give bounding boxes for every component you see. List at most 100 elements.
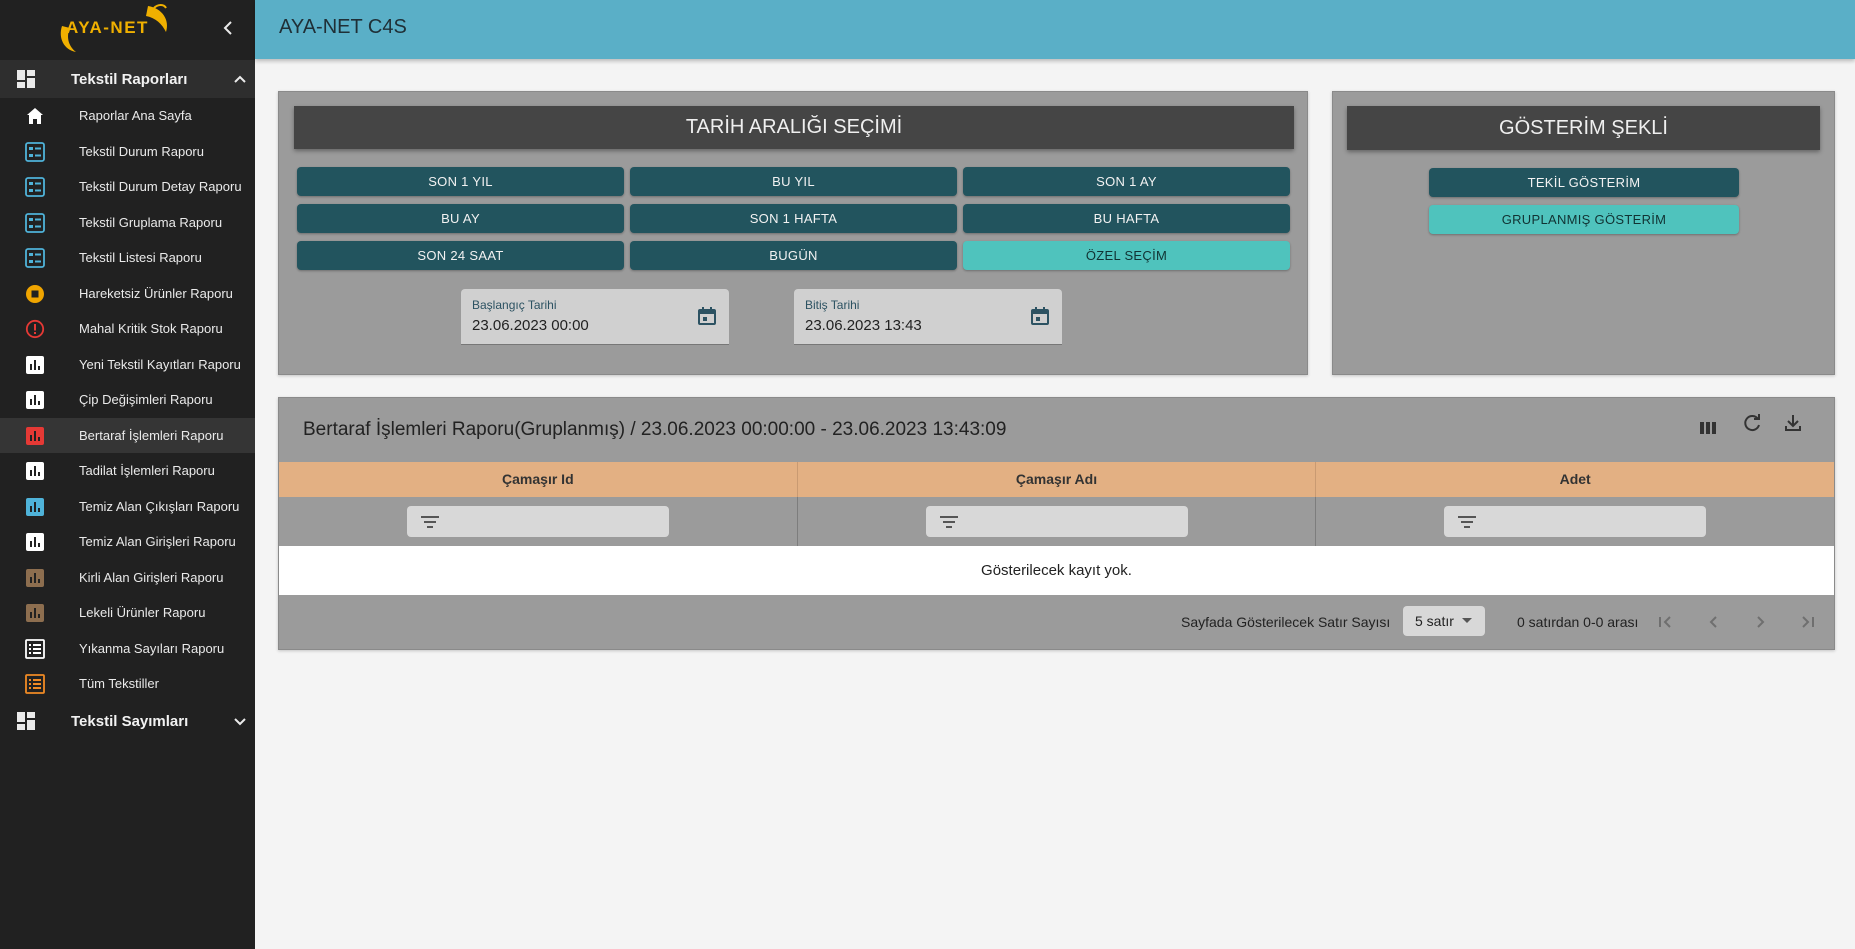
list-check-icon bbox=[25, 141, 45, 162]
sidebar-item[interactable]: Çip Değişimleri Raporu bbox=[0, 382, 255, 418]
alert-circle-icon bbox=[25, 319, 45, 339]
sidebar-item[interactable]: Tekstil Listesi Raporu bbox=[0, 240, 255, 276]
calendar-icon[interactable] bbox=[697, 306, 717, 326]
sidebar-item-label: Tekstil Durum Raporu bbox=[79, 143, 204, 159]
sidebar-item-label: Çip Değişimleri Raporu bbox=[79, 392, 213, 407]
date-range-card: TARİH ARALIĞI SEÇİMİ SON 1 YIL BU YIL SON … bbox=[278, 91, 1308, 375]
bar-chart-icon bbox=[26, 568, 44, 587]
logo: AYA-NET bbox=[58, 4, 173, 54]
date-range-title: TARİH ARALIĞI SEÇİMİ bbox=[294, 106, 1294, 149]
bar-chart-icon bbox=[26, 426, 44, 445]
last-1-year-button[interactable]: SON 1 YIL bbox=[297, 167, 624, 196]
collapse-sidebar-button[interactable] bbox=[216, 16, 240, 40]
sidebar-item[interactable]: Lekeli Ürünler Raporu bbox=[0, 595, 255, 631]
list-check-icon bbox=[25, 248, 45, 268]
rows-per-page-select[interactable]: 5 satır bbox=[1403, 606, 1485, 636]
this-year-button[interactable]: BU YIL bbox=[630, 167, 957, 196]
bar-chart-icon bbox=[26, 355, 44, 374]
sidebar-item-label: Temiz Alan Girişleri Raporu bbox=[79, 534, 236, 549]
app-title: AYA-NET C4S bbox=[279, 16, 407, 38]
previous-page-icon[interactable] bbox=[1702, 611, 1724, 633]
sidebar-item[interactable]: Tekstil Durum Detay Raporu bbox=[0, 169, 255, 205]
bar-chart-icon bbox=[26, 604, 44, 622]
next-page-icon[interactable] bbox=[1750, 611, 1772, 633]
sidebar-item-label: Yıkanma Sayıları Raporu bbox=[79, 640, 225, 656]
last-page-icon[interactable] bbox=[1797, 611, 1819, 633]
sidebar-item[interactable]: Tüm Tekstiller bbox=[0, 666, 255, 702]
start-date-label: Başlangıç Tarihi bbox=[472, 298, 557, 312]
first-page-icon[interactable] bbox=[1654, 611, 1676, 633]
top-bar: AYA-NET C4S bbox=[255, 0, 1855, 59]
filter-icon bbox=[1458, 516, 1477, 528]
home-icon bbox=[27, 108, 43, 124]
table-pagination: Sayfada Gösterilecek Satır Sayısı 5 satı… bbox=[279, 595, 1834, 649]
dashboard-icon bbox=[17, 711, 35, 730]
last-24-hours-button[interactable]: SON 24 SAAT bbox=[297, 241, 624, 270]
last-1-month-button[interactable]: SON 1 AY bbox=[963, 167, 1290, 196]
sidebar-item-label: Tekstil Listesi Raporu bbox=[79, 250, 202, 265]
columns-icon[interactable] bbox=[1697, 417, 1719, 439]
end-date-field[interactable]: Bitiş Tarihi 23.06.2023 13:43 bbox=[794, 289, 1062, 345]
filter-input-camasir-id[interactable] bbox=[407, 506, 669, 537]
empty-table-message: Gösterilecek kayıt yok. bbox=[279, 546, 1834, 595]
start-date-field[interactable]: Başlangıç Tarihi 23.06.2023 00:00 bbox=[461, 289, 729, 345]
list-check-icon bbox=[25, 212, 45, 233]
column-header-adet[interactable]: Adet bbox=[1316, 462, 1834, 497]
this-week-button[interactable]: BU HAFTA bbox=[963, 204, 1290, 233]
sidebar-group-tekstil-raporlari[interactable]: Tekstil Raporları bbox=[0, 60, 255, 98]
filter-icon bbox=[939, 516, 958, 528]
end-date-label: Bitiş Tarihi bbox=[805, 298, 860, 312]
logo-row: AYA-NET bbox=[0, 0, 255, 60]
pagination-range: 0 satırdan 0-0 arası bbox=[1517, 614, 1639, 630]
last-1-week-button[interactable]: SON 1 HAFTA bbox=[630, 204, 957, 233]
download-icon[interactable] bbox=[1782, 412, 1804, 434]
sidebar-group-tekstil-sayimlari[interactable]: Tekstil Sayımları bbox=[0, 702, 255, 740]
column-header-camasir-adi[interactable]: Çamaşır Adı bbox=[798, 462, 1317, 497]
display-mode-card: GÖSTERİM ŞEKLİ TEKİL GÖSTERİM GRUPLANMIŞ… bbox=[1332, 91, 1835, 375]
start-date-value: 23.06.2023 00:00 bbox=[472, 317, 589, 334]
sidebar-item[interactable]: Temiz Alan Girişleri Raporu bbox=[0, 524, 255, 560]
filter-input-camasir-adi[interactable] bbox=[925, 506, 1188, 537]
sidebar-items: Raporlar Ana Sayfa Tekstil Durum Raporu Te… bbox=[0, 98, 255, 702]
sidebar-item[interactable]: Tekstil Durum Raporu bbox=[0, 134, 255, 170]
sidebar-item-label: Kirli Alan Girişleri Raporu bbox=[79, 569, 224, 585]
sidebar-item[interactable]: Tadilat İşlemleri Raporu bbox=[0, 453, 255, 489]
sidebar-item[interactable]: Raporlar Ana Sayfa bbox=[0, 98, 255, 134]
sidebar-item[interactable]: Temiz Alan Çıkışları Raporu bbox=[0, 489, 255, 525]
sidebar-group-label: Tekstil Raporları bbox=[71, 71, 188, 88]
today-button[interactable]: BUGÜN bbox=[630, 241, 957, 270]
sidebar-item[interactable]: Hareketsiz Ürünler Raporu bbox=[0, 276, 255, 312]
bar-chart-icon bbox=[26, 391, 44, 409]
sidebar-item[interactable]: Yıkanma Sayıları Raporu bbox=[0, 631, 255, 667]
sidebar-item[interactable]: Yeni Tekstil Kayıtları Raporu bbox=[0, 347, 255, 383]
calendar-icon[interactable] bbox=[1030, 306, 1050, 326]
chevron-down-icon bbox=[234, 717, 246, 725]
sidebar-item[interactable]: Mahal Kritik Stok Raporu bbox=[0, 311, 255, 347]
dropdown-arrow-icon bbox=[1462, 618, 1472, 623]
sidebar-item-label: Yeni Tekstil Kayıtları Raporu bbox=[79, 356, 241, 372]
sidebar-item-label: Hareketsiz Ürünler Raporu bbox=[79, 285, 233, 301]
logo-text: AYA-NET bbox=[66, 18, 149, 37]
chevron-up-icon bbox=[234, 75, 246, 83]
list-icon bbox=[25, 674, 45, 694]
custom-selection-button[interactable]: ÖZEL SEÇİM bbox=[963, 241, 1290, 270]
sidebar-item[interactable]: Bertaraf İşlemleri Raporu bbox=[0, 417, 255, 453]
refresh-icon[interactable] bbox=[1741, 412, 1763, 434]
display-mode-title: GÖSTERİM ŞEKLİ bbox=[1347, 106, 1820, 150]
filter-input-adet[interactable] bbox=[1444, 506, 1707, 537]
single-view-button[interactable]: TEKİL GÖSTERİM bbox=[1429, 168, 1739, 197]
table-filter-row bbox=[279, 497, 1834, 546]
sidebar-group-label: Tekstil Sayımları bbox=[71, 712, 189, 730]
column-header-camasir-id[interactable]: Çamaşır Id bbox=[279, 462, 798, 497]
sidebar: AYA-NET Tekstil Raporları Raporlar Ana S… bbox=[0, 0, 255, 949]
sidebar-item[interactable]: Kirli Alan Girişleri Raporu bbox=[0, 560, 255, 596]
sidebar-item-label: Raporlar Ana Sayfa bbox=[79, 108, 192, 123]
sidebar-item[interactable]: Tekstil Gruplama Raporu bbox=[0, 205, 255, 241]
sidebar-item-label: Tekstil Gruplama Raporu bbox=[79, 214, 223, 230]
chevron-left-icon bbox=[223, 21, 232, 35]
list-check-icon bbox=[25, 177, 45, 197]
this-month-button[interactable]: BU AY bbox=[297, 204, 624, 233]
rows-per-page-value: 5 satır bbox=[1415, 613, 1454, 629]
bar-chart-icon bbox=[26, 462, 44, 480]
grouped-view-button[interactable]: GRUPLANMIŞ GÖSTERİM bbox=[1429, 205, 1739, 234]
